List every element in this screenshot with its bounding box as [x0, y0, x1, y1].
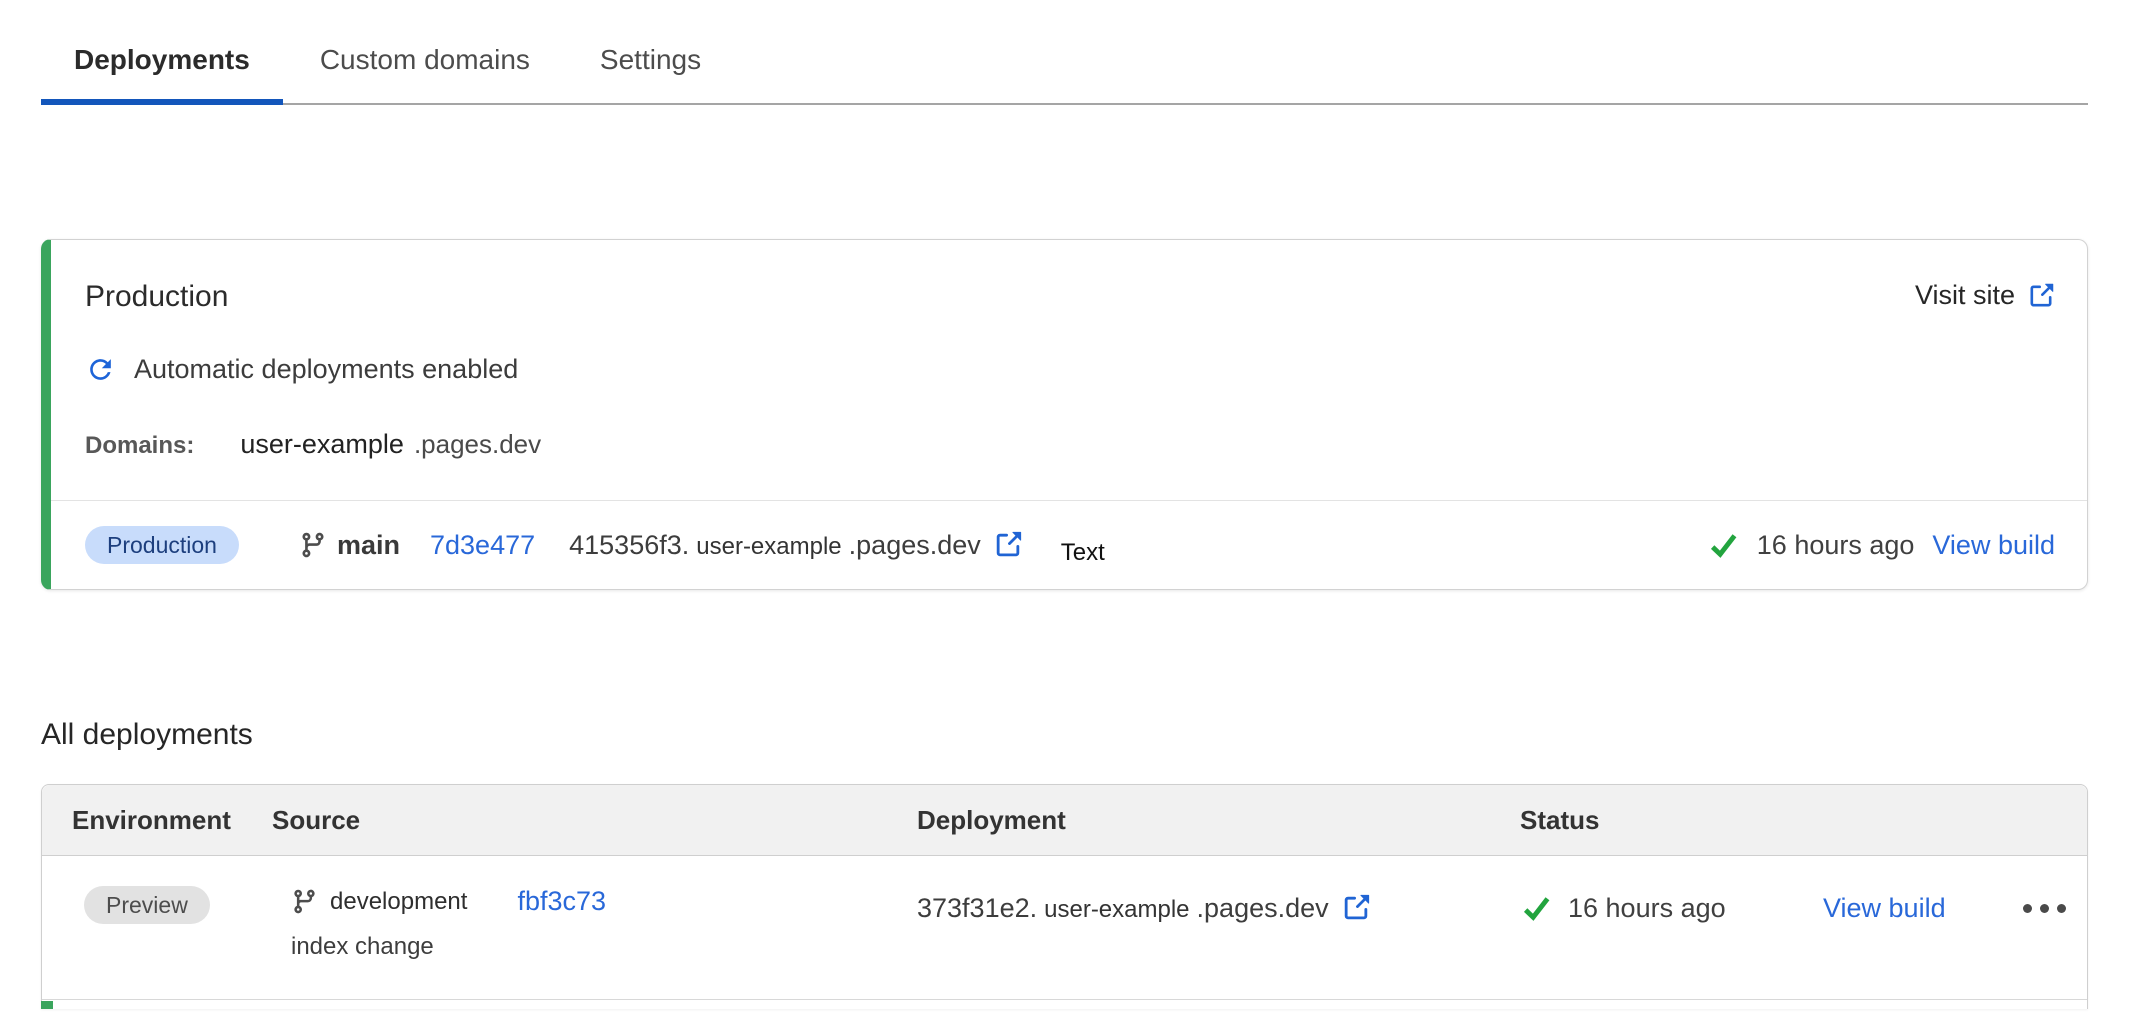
- visit-site-link[interactable]: Visit site: [1915, 280, 2055, 311]
- production-card: Production Visit site Automatic deployme…: [41, 239, 2088, 590]
- auto-deployments-status: Automatic deployments enabled: [85, 354, 2055, 385]
- all-deployments-heading: All deployments: [41, 718, 2088, 752]
- domains-label: Domains:: [85, 432, 194, 460]
- refresh-icon: [85, 354, 116, 385]
- commit-hash-link[interactable]: 7d3e477: [430, 530, 535, 561]
- view-build-cell: View build: [1802, 886, 1985, 930]
- next-row-success-indicator: [41, 1001, 53, 1009]
- deployment-time: 16 hours ago: [1568, 893, 1726, 924]
- tab-deployments[interactable]: Deployments: [41, 28, 283, 103]
- deployment-url-project: user-example: [696, 533, 841, 561]
- deployment-url-hash: 415356f3.: [569, 530, 689, 561]
- deployment-url-project: user-example: [1044, 896, 1189, 924]
- deployment-url: 415356f3. user-example .pages.dev: [569, 530, 1023, 561]
- column-header-status: Status: [1520, 805, 1802, 836]
- view-build-link[interactable]: View build: [1932, 530, 2055, 561]
- domain-suffix: .pages.dev: [414, 429, 541, 460]
- commit-message: index change: [291, 933, 434, 961]
- branch-info: main: [299, 530, 400, 561]
- deployment-url-hash: 373f31e2.: [917, 893, 1037, 924]
- all-deployments-table: Environment Source Deployment Status Pre…: [41, 784, 2088, 1009]
- environment-cell: Preview: [42, 886, 272, 999]
- environment-badge: Production: [85, 526, 239, 564]
- production-card-header: Production Visit site: [85, 280, 2055, 314]
- production-title: Production: [85, 280, 228, 314]
- branch-name: main: [337, 530, 400, 561]
- table-header-row: Environment Source Deployment Status: [42, 785, 2087, 856]
- deployment-cell: 373f31e2. user-example .pages.dev: [917, 886, 1520, 930]
- git-branch-icon: [299, 531, 327, 559]
- external-link-icon: [2027, 282, 2055, 310]
- column-header-deployment: Deployment: [917, 805, 1520, 836]
- commit-hash-link[interactable]: fbf3c73: [517, 886, 606, 917]
- tab-bar: Deployments Custom domains Settings: [41, 28, 2088, 105]
- source-cell: development fbf3c73 index change: [272, 886, 917, 999]
- external-link-icon[interactable]: [1341, 893, 1371, 923]
- branch-name: development: [330, 888, 467, 916]
- next-row-peek: [42, 1000, 2087, 1009]
- deployment-url: 373f31e2. user-example .pages.dev: [917, 893, 1371, 924]
- row-menu-cell: [1985, 886, 2087, 930]
- git-branch-icon: [291, 888, 318, 915]
- column-header-environment: Environment: [42, 805, 272, 836]
- deployment-url-suffix: .pages.dev: [1197, 893, 1329, 924]
- table-row: Preview development fbf3c73 index change…: [42, 856, 2087, 1000]
- view-build-link[interactable]: View build: [1823, 893, 1946, 924]
- auto-deployments-text: Automatic deployments enabled: [134, 354, 518, 385]
- production-deployment-row: Production main 7d3e477 415356f3. user-e…: [51, 500, 2087, 589]
- text-annotation: Text: [1061, 539, 1105, 567]
- column-header-source: Source: [272, 805, 917, 836]
- external-link-icon[interactable]: [993, 530, 1023, 560]
- check-success-icon: [1707, 529, 1739, 561]
- domains-row: Domains: user-example .pages.dev: [85, 429, 2055, 460]
- deployments-page: Deployments Custom domains Settings Prod…: [0, 28, 2132, 1009]
- production-row-status: 16 hours ago View build: [1707, 529, 2055, 561]
- tab-settings[interactable]: Settings: [567, 28, 734, 103]
- status-cell: 16 hours ago: [1520, 886, 1802, 930]
- environment-badge: Preview: [84, 886, 210, 924]
- ellipsis-menu-icon[interactable]: [2015, 896, 2074, 921]
- deployment-url-suffix: .pages.dev: [849, 530, 981, 561]
- deployment-time: 16 hours ago: [1757, 530, 1915, 561]
- check-success-icon: [1520, 892, 1552, 924]
- tab-custom-domains[interactable]: Custom domains: [287, 28, 563, 103]
- domain-project-name: user-example: [240, 429, 404, 460]
- visit-site-label: Visit site: [1915, 280, 2015, 311]
